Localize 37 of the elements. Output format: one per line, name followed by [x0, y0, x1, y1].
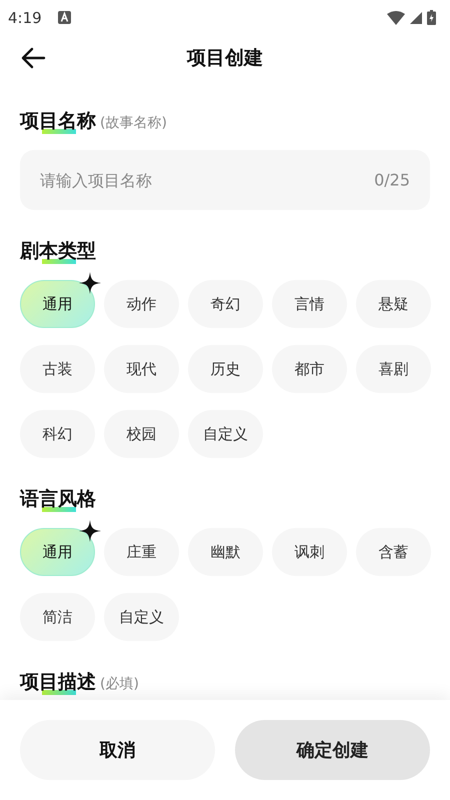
- signal-icon: [410, 12, 422, 24]
- option-chip[interactable]: 幽默: [188, 528, 263, 576]
- wifi-icon: [387, 10, 405, 24]
- option-chip[interactable]: 动作: [104, 280, 179, 328]
- section-title: 剧本类型: [20, 238, 96, 264]
- notification-icon: [58, 11, 71, 24]
- option-chip[interactable]: 通用: [20, 528, 95, 576]
- option-chip[interactable]: 言情: [272, 280, 347, 328]
- option-chip[interactable]: 讽刺: [272, 528, 347, 576]
- option-chip[interactable]: 奇幻: [188, 280, 263, 328]
- status-time: 4:19: [8, 8, 42, 26]
- page-title: 项目创建: [187, 46, 263, 70]
- option-chip[interactable]: 自定义: [188, 410, 263, 458]
- option-chip[interactable]: 古装: [20, 345, 95, 393]
- option-chip[interactable]: 庄重: [104, 528, 179, 576]
- option-chip[interactable]: 简洁: [20, 593, 95, 641]
- section-title: 项目名称: [20, 108, 96, 134]
- section-title: 项目描述: [20, 669, 96, 695]
- option-chip[interactable]: 校园: [104, 410, 179, 458]
- option-chip[interactable]: 历史: [188, 345, 263, 393]
- cancel-button[interactable]: 取消: [20, 720, 215, 780]
- sparkle-icon: [79, 272, 101, 294]
- battery-icon: [427, 10, 436, 25]
- option-chip[interactable]: 喜剧: [356, 345, 431, 393]
- option-chip[interactable]: 自定义: [104, 593, 179, 641]
- option-chip[interactable]: 科幻: [20, 410, 95, 458]
- character-counter: 0/25: [374, 170, 410, 190]
- section-hint: (故事名称): [100, 114, 167, 132]
- sparkle-icon: [79, 520, 101, 542]
- option-chip[interactable]: 都市: [272, 345, 347, 393]
- section-title: 语言风格: [20, 486, 96, 512]
- option-chip[interactable]: 含蓄: [356, 528, 431, 576]
- option-chip[interactable]: 现代: [104, 345, 179, 393]
- option-chip[interactable]: 悬疑: [356, 280, 431, 328]
- back-button[interactable]: [20, 45, 48, 71]
- option-chip[interactable]: 通用: [20, 280, 95, 328]
- section-hint: (必填): [100, 675, 139, 693]
